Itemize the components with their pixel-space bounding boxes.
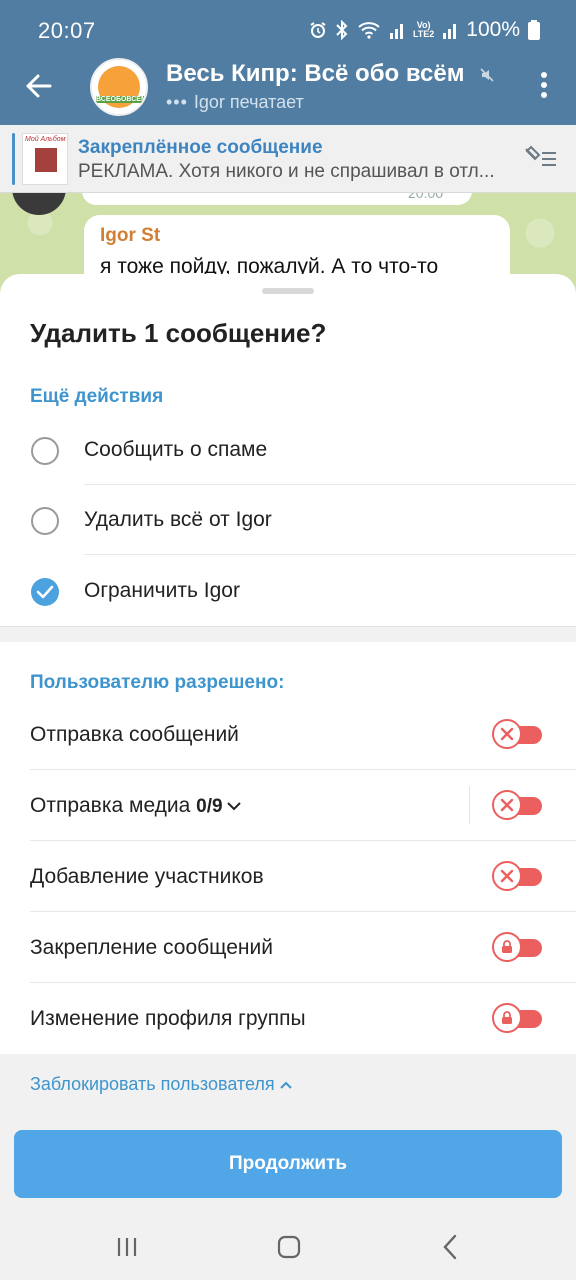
permission-toggle-locked[interactable] — [492, 932, 542, 962]
battery-percent: 100% — [466, 18, 520, 41]
sheet-footer: Продолжить — [0, 1116, 576, 1214]
signal-icon-1 — [389, 24, 403, 39]
option-restrict-user[interactable]: Ограничить Igor — [0, 556, 576, 626]
message-author: Igor St — [100, 225, 161, 246]
previous-message-time: 20:00 — [408, 193, 444, 201]
pinned-message-bar[interactable]: Мой Альбом Закреплённое сообщение РЕКЛАМ… — [0, 125, 576, 193]
bluetooth-icon — [336, 20, 348, 40]
radio-button[interactable] — [31, 507, 59, 535]
pinned-list-icon[interactable] — [522, 145, 558, 173]
permission-toggle[interactable] — [492, 861, 542, 891]
permissions-label: Пользователю разрешено: — [30, 672, 285, 693]
permission-change-group-profile[interactable]: Изменение профиля группы — [0, 983, 576, 1054]
continue-button[interactable]: Продолжить — [14, 1130, 562, 1198]
more-menu-icon[interactable] — [536, 68, 552, 102]
more-actions-label: Ещё действия — [30, 386, 164, 407]
section-divider — [0, 626, 576, 642]
x-icon — [500, 727, 514, 741]
option-delete-all[interactable]: Удалить всё от Igor — [0, 485, 576, 555]
chat-title[interactable]: Весь Кипр: Всё обо всём — [166, 60, 495, 88]
chevron-down-icon[interactable] — [225, 800, 243, 812]
pinned-indicator — [12, 133, 15, 185]
checkmark-icon — [36, 585, 54, 599]
permission-toggle-locked[interactable] — [492, 1003, 542, 1033]
sheet-drag-handle[interactable] — [262, 288, 314, 294]
media-count: 0/9 — [196, 796, 223, 817]
lock-icon — [502, 1011, 512, 1024]
sheet-title: Удалить 1 сообщение? — [30, 318, 327, 348]
home-icon[interactable] — [272, 1230, 306, 1264]
permission-toggle[interactable] — [492, 719, 542, 749]
pinned-text: РЕКЛАМА. Хотя никого и не спрашивал в от… — [78, 161, 495, 182]
option-report-spam[interactable]: Сообщить о спаме — [0, 415, 576, 485]
mute-icon — [480, 68, 494, 82]
status-time: 20:07 — [38, 18, 96, 43]
x-icon — [500, 798, 514, 812]
permission-toggle[interactable] — [492, 790, 542, 820]
lte-indicator: Vo) LTE2 — [412, 20, 435, 39]
signal-icon-2 — [443, 24, 457, 39]
top-bar: 20:07 Vo) LTE2 100% ВСЕОБОВСЕМ Весь Кипр:… — [0, 0, 576, 125]
system-navigation-bar — [0, 1214, 576, 1280]
status-icons: Vo) LTE2 100% — [309, 18, 540, 42]
permission-send-messages[interactable]: Отправка сообщений — [0, 699, 576, 770]
recent-apps-icon[interactable] — [110, 1230, 144, 1264]
x-icon — [500, 869, 514, 883]
block-user-row[interactable]: Заблокировать пользователя — [0, 1054, 576, 1116]
group-avatar[interactable]: ВСЕОБОВСЕМ — [90, 58, 148, 116]
typing-dots: ••• — [166, 92, 188, 112]
permission-add-members[interactable]: Добавление участников — [0, 841, 576, 912]
chevron-up-icon — [279, 1081, 292, 1089]
block-user-label: Заблокировать пользователя — [30, 1074, 275, 1094]
permission-send-media[interactable]: Отправка медиа 0/9 — [0, 770, 576, 841]
back-nav-icon[interactable] — [434, 1230, 468, 1264]
pinned-title: Закреплённое сообщение — [78, 137, 323, 158]
pinned-thumbnail: Мой Альбом — [22, 133, 68, 185]
checked-radio-button[interactable] — [31, 578, 59, 606]
radio-button[interactable] — [31, 437, 59, 465]
status-bar: 20:07 Vo) LTE2 100% — [0, 0, 576, 62]
typing-status: ••• Igor печатает — [166, 92, 304, 112]
wifi-icon — [358, 22, 380, 39]
alarm-icon — [310, 22, 326, 38]
lock-icon — [502, 940, 512, 953]
battery-icon — [528, 20, 540, 40]
chat-app-bar: ВСЕОБОВСЕМ Весь Кипр: Всё обо всём ••• Ig… — [0, 54, 576, 124]
permission-pin-messages[interactable]: Закрепление сообщений — [0, 912, 576, 983]
delete-message-sheet: Удалить 1 сообщение? Ещё действия Сообщи… — [0, 274, 576, 1214]
avatar-logo-text: ВСЕОБОВСЕМ — [96, 96, 147, 103]
back-arrow-icon[interactable] — [20, 68, 56, 104]
